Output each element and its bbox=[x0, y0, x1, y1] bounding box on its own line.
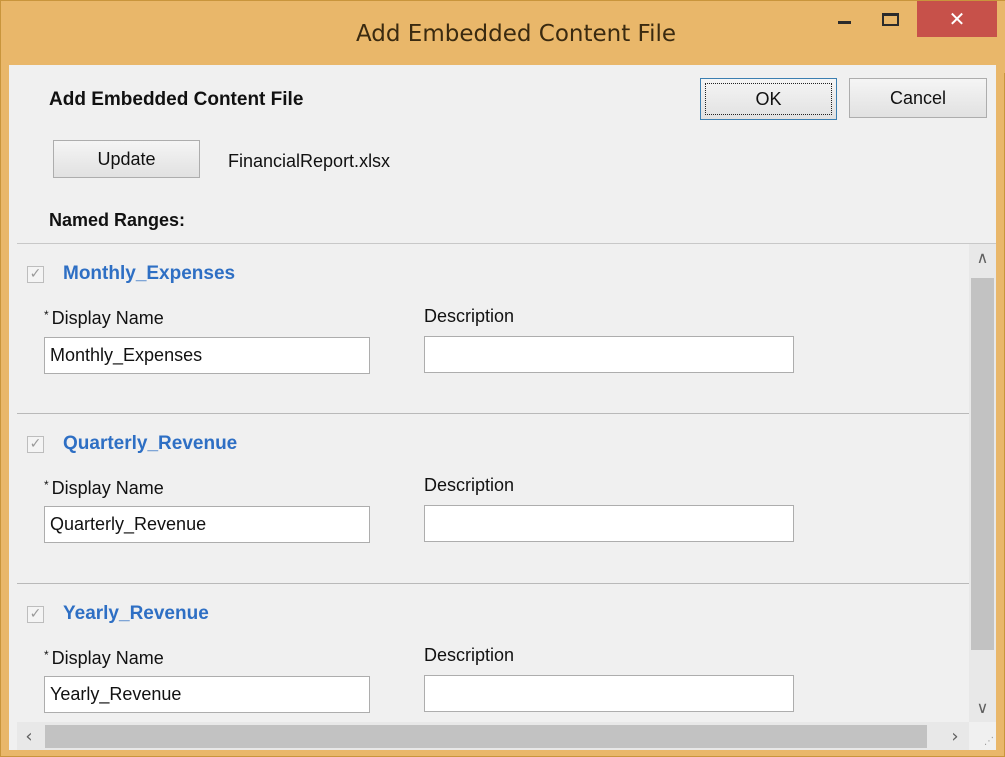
range-item-monthly-expenses: ✓ Monthly_Expenses * Display Name Monthly… bbox=[17, 244, 969, 414]
focus-rect bbox=[705, 83, 832, 115]
horizontal-scrollbar[interactable]: ‹ › bbox=[17, 722, 969, 750]
dialog-body: Add Embedded Content File OK Cancel Upda… bbox=[9, 65, 996, 750]
file-name-label: FinancialReport.xlsx bbox=[228, 151, 391, 171]
dialog-window: Add Embedded Content File ✕ Add Embedded… bbox=[0, 0, 1005, 757]
scroll-up-icon[interactable]: ∧ bbox=[969, 244, 996, 272]
description-label: Description bbox=[424, 475, 515, 495]
vertical-scroll-thumb[interactable] bbox=[971, 278, 994, 650]
range-title: Yearly_Revenue bbox=[63, 603, 209, 624]
maximize-icon bbox=[881, 12, 899, 26]
scroll-right-icon[interactable]: › bbox=[943, 722, 967, 750]
display-name-field[interactable]: Quarterly_Revenue bbox=[44, 506, 370, 543]
minimize-icon bbox=[837, 20, 851, 24]
display-name-label-text: Display Name bbox=[51, 478, 164, 498]
range-title: Monthly_Expenses bbox=[63, 263, 236, 284]
range-item-quarterly-revenue: ✓ Quarterly_Revenue * Display Name Quarte… bbox=[17, 414, 969, 584]
dialog-header: Add Embedded Content File bbox=[49, 89, 304, 110]
cancel-button-label: Cancel bbox=[889, 87, 947, 108]
ok-button[interactable]: OK bbox=[700, 78, 837, 120]
range-checkbox[interactable]: ✓ bbox=[27, 266, 44, 283]
scroll-down-icon[interactable]: ∨ bbox=[969, 694, 996, 722]
display-name-label-text: Display Name bbox=[51, 308, 164, 328]
minimize-button[interactable] bbox=[827, 1, 861, 37]
range-title: Quarterly_Revenue bbox=[63, 433, 238, 454]
description-label: Description bbox=[424, 306, 515, 326]
display-name-label: * Display Name bbox=[44, 308, 164, 329]
cancel-button[interactable]: Cancel bbox=[849, 78, 987, 118]
maximize-button[interactable] bbox=[871, 1, 909, 37]
display-name-label: * Display Name bbox=[44, 478, 164, 499]
resize-grip-icon[interactable]: ⋰ bbox=[969, 722, 996, 750]
range-checkbox[interactable]: ✓ bbox=[27, 606, 44, 623]
display-name-field[interactable]: Yearly_Revenue bbox=[44, 676, 370, 713]
close-icon: ✕ bbox=[948, 7, 966, 31]
description-field[interactable] bbox=[424, 675, 794, 712]
display-name-field[interactable]: Monthly_Expenses bbox=[44, 337, 370, 374]
required-marker: * bbox=[44, 308, 49, 322]
display-name-label: * Display Name bbox=[44, 648, 164, 669]
update-button-label: Update bbox=[97, 148, 156, 169]
vertical-scrollbar[interactable]: ∧ ∨ bbox=[969, 244, 996, 722]
required-marker: * bbox=[44, 648, 49, 662]
named-ranges-label: Named Ranges: bbox=[49, 210, 186, 230]
title-bar[interactable]: Add Embedded Content File ✕ bbox=[1, 1, 1005, 73]
update-button[interactable]: Update bbox=[53, 140, 200, 178]
scroll-left-icon[interactable]: ‹ bbox=[17, 722, 41, 750]
named-ranges-panel[interactable]: ✓ Monthly_Expenses * Display Name Monthly… bbox=[17, 243, 996, 750]
description-field[interactable] bbox=[424, 336, 794, 373]
description-label: Description bbox=[424, 645, 515, 665]
description-field[interactable] bbox=[424, 505, 794, 542]
close-button[interactable]: ✕ bbox=[917, 1, 997, 37]
horizontal-scroll-thumb[interactable] bbox=[45, 725, 927, 748]
display-name-label-text: Display Name bbox=[51, 648, 164, 668]
range-checkbox[interactable]: ✓ bbox=[27, 436, 44, 453]
required-marker: * bbox=[44, 478, 49, 492]
